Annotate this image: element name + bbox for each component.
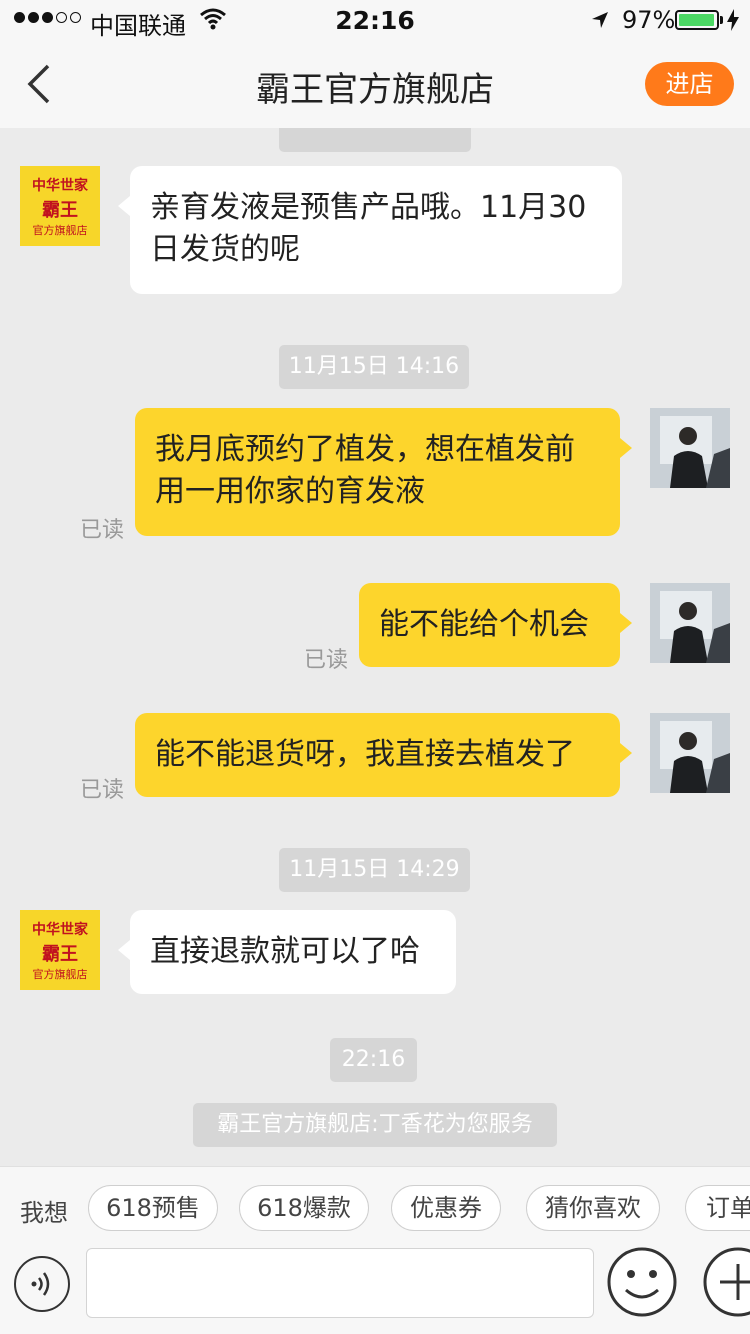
svg-text:官方旗舰店: 官方旗舰店 bbox=[33, 223, 88, 237]
message-bubble-incoming[interactable]: 直接退款就可以了哈 bbox=[118, 910, 456, 994]
message-input[interactable] bbox=[86, 1248, 594, 1318]
quick-reply-chip[interactable]: 618爆款 bbox=[239, 1185, 369, 1231]
battery-tip bbox=[720, 16, 723, 24]
voice-icon[interactable] bbox=[14, 1256, 70, 1312]
service-notice: 霸王官方旗舰店:丁香花为您服务 bbox=[193, 1103, 557, 1147]
shop-logo-icon: 中华世家 霸王 官方旗舰店 bbox=[32, 921, 89, 981]
shop-avatar[interactable]: 中华世家 霸王 官方旗舰店 bbox=[20, 166, 100, 246]
read-receipt: 已读 bbox=[304, 648, 349, 673]
battery-percentage: 97% bbox=[622, 6, 676, 34]
svg-text:霸王: 霸王 bbox=[42, 200, 78, 221]
input-bar bbox=[0, 1247, 750, 1334]
page-title: 霸王官方旗舰店 bbox=[256, 70, 494, 110]
message-bubble-incoming[interactable]: 亲育发液是预售产品哦。11月30日发货的呢 bbox=[118, 166, 622, 294]
battery-icon bbox=[675, 10, 719, 30]
message-text: 能不能退货呀，我直接去植发了 bbox=[155, 737, 575, 772]
status-bar: 中国联通 22:16 97% bbox=[0, 0, 750, 40]
user-avatar[interactable] bbox=[650, 713, 730, 793]
user-photo bbox=[650, 583, 730, 663]
enter-store-button[interactable]: 进店 bbox=[645, 62, 734, 106]
timestamp: 22:16 bbox=[330, 1038, 417, 1082]
plus-icon[interactable] bbox=[702, 1246, 750, 1322]
nav-bar: 霸王官方旗舰店 进店 bbox=[0, 40, 750, 128]
svg-text:霸王: 霸王 bbox=[42, 944, 78, 965]
user-photo bbox=[650, 713, 730, 793]
timestamp-cropped bbox=[279, 128, 471, 152]
quick-reply-chip[interactable]: 优惠券 bbox=[391, 1185, 501, 1231]
timestamp: 11月15日 14:29 bbox=[279, 848, 470, 892]
emoji-icon[interactable] bbox=[606, 1246, 678, 1322]
location-arrow-icon bbox=[590, 10, 610, 34]
svg-text:官方旗舰店: 官方旗舰店 bbox=[33, 967, 88, 981]
user-photo bbox=[650, 408, 730, 488]
quick-reply-bar: 我想 618预售 618爆款 优惠券 猜你喜欢 订单 bbox=[0, 1166, 750, 1251]
svg-text:中华世家: 中华世家 bbox=[32, 921, 89, 938]
timestamp: 11月15日 14:16 bbox=[279, 345, 469, 389]
svg-text:中华世家: 中华世家 bbox=[32, 177, 89, 194]
message-bubble-outgoing[interactable]: 能不能退货呀，我直接去植发了 bbox=[135, 713, 632, 797]
quick-reply-chip[interactable]: 订单 bbox=[685, 1185, 750, 1231]
message-text: 能不能给个机会 bbox=[379, 607, 589, 642]
read-receipt: 已读 bbox=[80, 778, 125, 803]
user-avatar[interactable] bbox=[650, 583, 730, 663]
quick-reply-chip[interactable]: 猜你喜欢 bbox=[526, 1185, 660, 1231]
message-bubble-outgoing[interactable]: 能不能给个机会 bbox=[359, 583, 632, 667]
message-text: 我月底预约了植发，想在植发前用一用你家的育发液 bbox=[155, 432, 575, 509]
shop-avatar[interactable]: 中华世家 霸王 官方旗舰店 bbox=[20, 910, 100, 990]
read-receipt: 已读 bbox=[80, 518, 125, 543]
quick-reply-label: 我想 bbox=[20, 1199, 68, 1227]
shop-logo-icon: 中华世家 霸王 官方旗舰店 bbox=[32, 177, 89, 237]
quick-reply-chip[interactable]: 618预售 bbox=[88, 1185, 218, 1231]
user-avatar[interactable] bbox=[650, 408, 730, 488]
message-text: 亲育发液是预售产品哦。11月30日发货的呢 bbox=[150, 190, 587, 267]
chat-area[interactable]: 中华世家 霸王 官方旗舰店 亲育发液是预售产品哦。11月30日发货的呢 11月1… bbox=[0, 128, 750, 1166]
charging-bolt-icon bbox=[727, 9, 739, 35]
message-text: 直接退款就可以了哈 bbox=[150, 934, 420, 969]
message-bubble-outgoing[interactable]: 我月底预约了植发，想在植发前用一用你家的育发液 bbox=[135, 408, 632, 536]
